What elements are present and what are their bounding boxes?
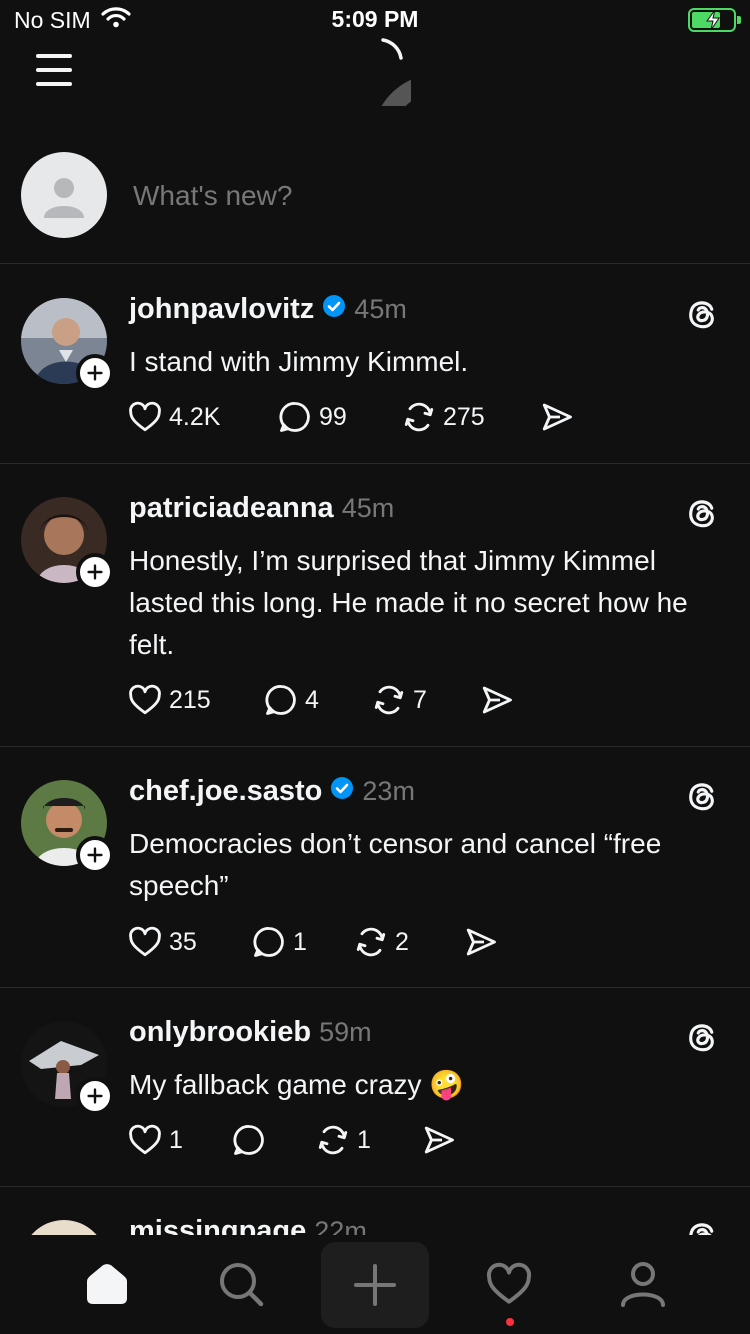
hamburger-menu-icon[interactable] <box>36 52 76 86</box>
like-button[interactable]: 1 <box>127 1122 231 1158</box>
post-actions: 35 1 2 <box>127 924 499 960</box>
search-icon[interactable] <box>206 1249 276 1319</box>
username[interactable]: chef.joe.sasto <box>129 775 322 808</box>
post-time: 45m <box>341 493 395 523</box>
bottom-tab-bar <box>0 1235 750 1334</box>
battery-icon <box>688 8 741 32</box>
post-header: chef.joe.sasto 23m <box>129 775 415 808</box>
follow-button[interactable] <box>76 354 114 392</box>
post-text: I stand with Jimmy Kimmel. <box>129 346 469 377</box>
plus-icon <box>354 1264 396 1306</box>
like-count: 1 <box>169 1125 183 1154</box>
threads-icon[interactable] <box>684 777 720 813</box>
clock: 5:09 PM <box>331 6 419 32</box>
post-actions: 215 4 7 <box>127 682 515 718</box>
post-text: My fallback game crazy 🤪 <box>129 1069 465 1100</box>
like-count: 215 <box>169 685 211 714</box>
username[interactable]: missingpage <box>129 1215 306 1235</box>
feed-post[interactable]: chef.joe.sasto 23m Democracies don’t cen… <box>0 747 750 988</box>
repost-button[interactable]: 2 <box>353 924 463 960</box>
post-header: johnpavlovitz 45m <box>129 293 407 326</box>
feed-post[interactable]: missingpage 22m <box>0 1187 750 1235</box>
composer-input[interactable]: What's new? <box>133 180 292 212</box>
repost-button[interactable]: 1 <box>315 1122 421 1158</box>
create-post-button[interactable] <box>321 1242 429 1328</box>
reply-count: 99 <box>319 402 347 431</box>
repost-count: 275 <box>443 402 485 431</box>
repost-count: 7 <box>413 685 427 714</box>
threads-logo-icon[interactable] <box>339 34 411 106</box>
post-time: 23m <box>362 776 415 806</box>
repost-count: 1 <box>357 1125 371 1154</box>
threads-icon[interactable] <box>684 295 720 331</box>
avatar[interactable] <box>21 1220 107 1235</box>
reply-count: 4 <box>305 685 319 714</box>
follow-button[interactable] <box>76 553 114 591</box>
verified-badge-icon <box>322 293 346 326</box>
post-time: 59m <box>319 1017 372 1047</box>
avatar <box>21 152 107 238</box>
notification-dot <box>506 1318 514 1326</box>
activity-heart-icon[interactable] <box>474 1249 544 1319</box>
username[interactable]: johnpavlovitz <box>129 293 314 326</box>
reply-button[interactable]: 1 <box>251 924 353 960</box>
feed-post[interactable]: johnpavlovitz 45m I stand with Jimmy Kim… <box>0 265 750 464</box>
post-header: missingpage 22m <box>129 1215 367 1235</box>
reply-count: 1 <box>293 927 307 956</box>
post-text: Democracies don’t censor and cancel “fre… <box>129 828 662 901</box>
post-time: 22m <box>314 1216 367 1235</box>
threads-icon[interactable] <box>684 1018 720 1054</box>
username[interactable]: patriciadeanna <box>129 492 334 525</box>
share-button[interactable] <box>479 682 515 718</box>
post-header: patriciadeanna 45m <box>129 492 394 525</box>
share-button[interactable] <box>421 1122 457 1158</box>
repost-count: 2 <box>395 927 409 956</box>
post-time: 45m <box>354 294 407 324</box>
verified-badge-icon <box>330 775 354 808</box>
like-count: 4.2K <box>169 402 221 431</box>
share-button[interactable] <box>463 924 499 960</box>
feed-post[interactable]: patriciadeanna 45m Honestly, I’m surpris… <box>0 464 750 747</box>
profile-person-icon[interactable] <box>608 1249 678 1319</box>
repost-button[interactable]: 275 <box>401 399 539 435</box>
like-count: 35 <box>169 927 197 956</box>
like-button[interactable]: 4.2K <box>127 399 277 435</box>
post-composer[interactable]: What's new? <box>0 130 750 264</box>
post-text: Honestly, I’m surprised that Jimmy Kimme… <box>129 545 688 660</box>
reply-button[interactable]: 4 <box>263 682 371 718</box>
share-button[interactable] <box>539 399 575 435</box>
feed-post[interactable]: onlybrookieb 59m My fallback game crazy … <box>0 988 750 1187</box>
top-navigation <box>0 34 750 114</box>
reply-button[interactable] <box>231 1122 315 1158</box>
like-button[interactable]: 35 <box>127 924 251 960</box>
post-actions: 4.2K 99 275 <box>127 399 575 435</box>
threads-icon[interactable] <box>684 494 720 530</box>
repost-button[interactable]: 7 <box>371 682 479 718</box>
reply-button[interactable]: 99 <box>277 399 401 435</box>
home-icon[interactable] <box>72 1249 142 1319</box>
post-header: onlybrookieb 59m <box>129 1016 372 1049</box>
like-button[interactable]: 215 <box>127 682 263 718</box>
follow-button[interactable] <box>76 1077 114 1115</box>
threads-icon[interactable] <box>684 1217 720 1235</box>
username[interactable]: onlybrookieb <box>129 1016 311 1049</box>
follow-button[interactable] <box>76 836 114 874</box>
post-actions: 1 1 <box>127 1122 457 1158</box>
